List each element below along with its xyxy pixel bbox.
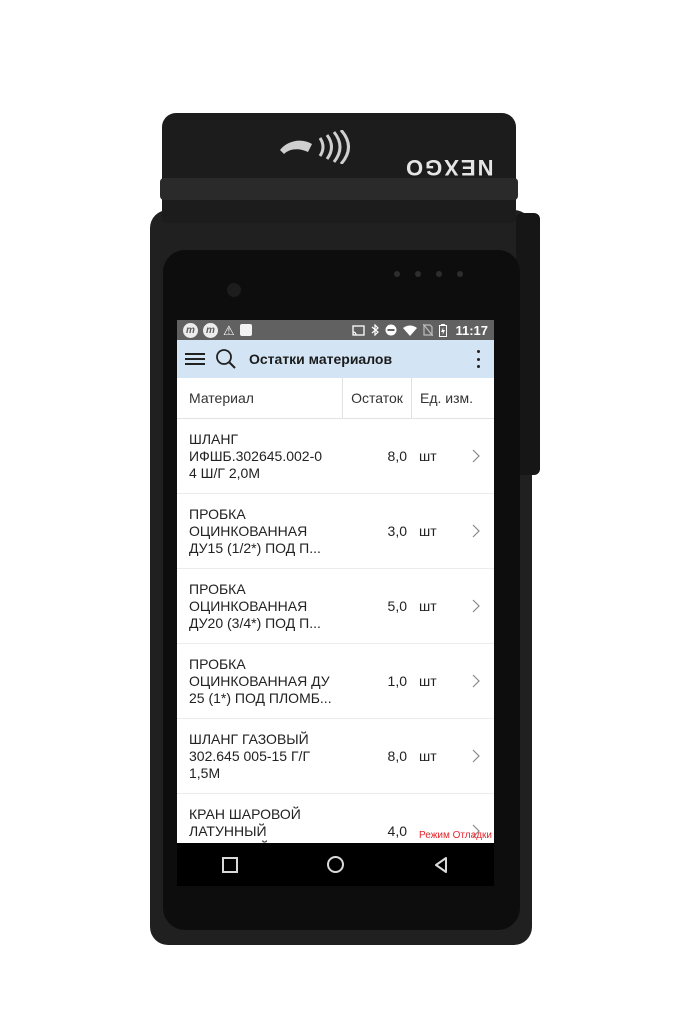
chevron-right-icon [472, 749, 480, 763]
battery-charging-icon [439, 323, 448, 337]
sensor-dots [394, 271, 463, 277]
column-header-unit[interactable]: Ед. изм. [412, 390, 494, 406]
column-header-rest[interactable]: Остаток [343, 378, 412, 418]
material-name: ШЛАНГ ИФШБ.302645.002-0 4 Ш/Г 2,0М [189, 430, 323, 481]
rest-value: 3,0 [387, 523, 407, 539]
rest-value: 8,0 [387, 448, 407, 464]
menu-icon[interactable] [185, 351, 207, 367]
unit-value: шт [419, 673, 437, 689]
material-name: ПРОБКА ОЦИНКОВАННАЯ ДУ 25 (1*) ПОД ПЛОМБ… [189, 655, 332, 706]
page-title: Остатки материалов [249, 351, 393, 367]
table-row[interactable]: ПРОБКА ОЦИНКОВАННАЯ ДУ 25 (1*) ПОД ПЛОМБ… [177, 644, 494, 719]
app-bar: Остатки материалов [177, 340, 494, 378]
chevron-right-icon [472, 449, 480, 463]
printer-slot [160, 178, 518, 200]
contactless-icon [280, 130, 350, 164]
status-bar: m m ⚠ 11:17 [177, 320, 494, 340]
debug-mode-label: Режим Отладки [419, 830, 492, 841]
home-button[interactable] [326, 856, 344, 873]
rest-value: 4,0 [387, 823, 407, 839]
wifi-icon [403, 325, 418, 336]
rest-value: 5,0 [387, 598, 407, 614]
chevron-right-icon [472, 599, 480, 613]
do-not-disturb-icon [385, 324, 397, 336]
bluetooth-icon [372, 324, 380, 336]
screen: m m ⚠ 11:17 Остатки материалов Материал … [177, 320, 494, 843]
table-header: Материал Остаток Ед. изм. [177, 378, 494, 419]
material-name: КРАН ШАРОВОЙ ЛАТУННЫЙ МУФТОВЫЙ КШ 15... [189, 805, 326, 844]
no-sim-icon [423, 324, 434, 336]
table-row[interactable]: ШЛАНГ ГАЗОВЫЙ 302.645 005-15 Г/Г 1,5М 8,… [177, 719, 494, 794]
m-app-icon: m [203, 322, 218, 338]
table-row[interactable]: ШЛАНГ ИФШБ.302645.002-0 4 Ш/Г 2,0М 8,0 ш… [177, 419, 494, 494]
table-row[interactable]: ПРОБКА ОЦИНКОВАННАЯ ДУ15 (1/2*) ПОД П...… [177, 494, 494, 569]
unit-value: шт [419, 448, 437, 464]
unit-value: шт [419, 748, 437, 764]
warning-icon: ⚠ [223, 322, 235, 338]
search-icon[interactable] [215, 348, 237, 370]
column-header-material[interactable]: Материал [177, 378, 343, 418]
unit-value: шт [419, 598, 437, 614]
brand-logo: NEXGO [404, 155, 494, 180]
unit-value: шт [419, 523, 437, 539]
material-name: ШЛАНГ ГАЗОВЫЙ 302.645 005-15 Г/Г 1,5М [189, 730, 311, 781]
rest-value: 8,0 [387, 748, 407, 764]
chevron-right-icon [472, 674, 480, 688]
front-camera [227, 283, 241, 297]
system-nav-bar [177, 843, 494, 886]
chevron-right-icon [472, 524, 480, 538]
table-row[interactable]: ПРОБКА ОЦИНКОВАННАЯ ДУ20 (3/4*) ПОД П...… [177, 569, 494, 644]
material-name: ПРОБКА ОЦИНКОВАННАЯ ДУ15 (1/2*) ПОД П... [189, 505, 321, 556]
cast-icon [352, 324, 366, 336]
m-app-icon: m [183, 322, 198, 338]
recents-button[interactable] [221, 856, 238, 873]
clock: 11:17 [455, 322, 488, 338]
rest-value: 1,0 [387, 673, 407, 689]
more-options-icon[interactable] [470, 348, 486, 370]
material-name: ПРОБКА ОЦИНКОВАННАЯ ДУ20 (3/4*) ПОД П... [189, 580, 321, 631]
notification-square-icon [239, 324, 252, 336]
table-body: ШЛАНГ ИФШБ.302645.002-0 4 Ш/Г 2,0М 8,0 ш… [177, 419, 494, 843]
back-button[interactable] [433, 856, 449, 873]
